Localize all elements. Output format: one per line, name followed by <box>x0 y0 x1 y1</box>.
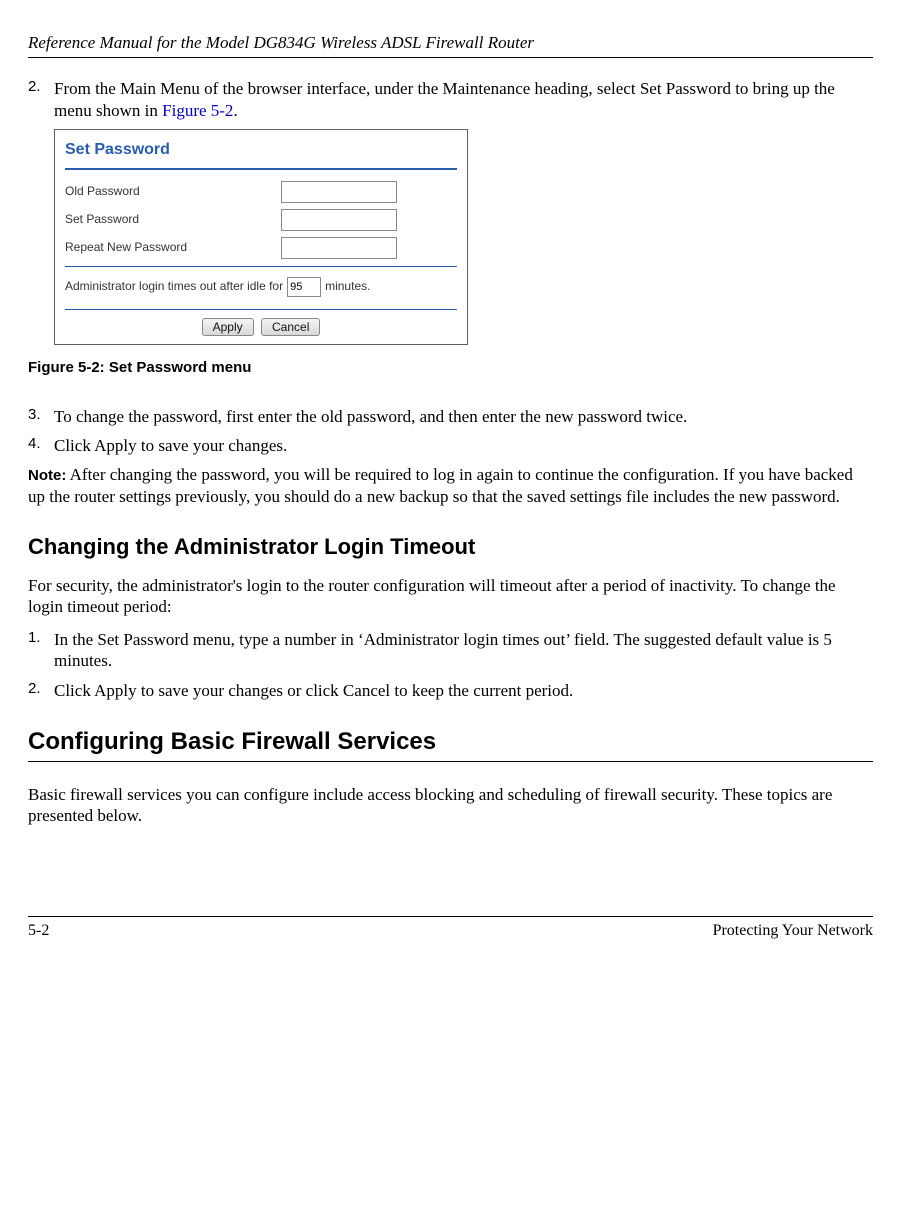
panel-separator <box>65 168 457 170</box>
button-row: Apply Cancel <box>55 314 467 344</box>
timeout-input[interactable] <box>287 277 321 297</box>
header-rule <box>28 57 873 58</box>
old-password-row: Old Password <box>55 178 467 206</box>
repeat-password-input[interactable] <box>281 237 397 259</box>
page-header-title: Reference Manual for the Model DG834G Wi… <box>28 32 873 53</box>
step-number: 1. <box>28 629 54 672</box>
step-text: Click Apply to save your changes. <box>54 435 873 456</box>
step-text: To change the password, first enter the … <box>54 406 873 427</box>
panel-title: Set Password <box>55 130 467 168</box>
step-text: From the Main Menu of the browser interf… <box>54 78 873 121</box>
set-password-row: Set Password <box>55 206 467 234</box>
step-number: 3. <box>28 406 54 427</box>
step-text: In the Set Password menu, type a number … <box>54 629 873 672</box>
page-footer: 5-2 Protecting Your Network <box>28 916 873 941</box>
timeout-text-before: Administrator login times out after idle… <box>65 279 283 294</box>
cancel-button[interactable]: Cancel <box>261 318 320 336</box>
repeat-password-row: Repeat New Password <box>55 234 467 262</box>
timeout-text-after: minutes. <box>325 279 370 294</box>
step-3: 3. To change the password, first enter t… <box>28 406 873 427</box>
timeout-heading: Changing the Administrator Login Timeout <box>28 533 873 561</box>
firewall-heading: Configuring Basic Firewall Services <box>28 727 873 762</box>
note-text: After changing the password, you will be… <box>28 465 853 506</box>
timeout-row: Administrator login times out after idle… <box>55 271 467 305</box>
apply-button[interactable]: Apply <box>202 318 254 336</box>
panel-separator-3 <box>65 309 457 310</box>
timeout-intro: For security, the administrator's login … <box>28 575 873 618</box>
page-number: 5-2 <box>28 921 49 941</box>
note-label: Note: <box>28 467 66 484</box>
set-password-label: Set Password <box>65 212 281 227</box>
figure-link[interactable]: Figure 5-2 <box>162 101 233 120</box>
old-password-input[interactable] <box>281 181 397 203</box>
old-password-label: Old Password <box>65 184 281 199</box>
firewall-para: Basic firewall services you can configur… <box>28 784 873 827</box>
step-number: 2. <box>28 680 54 701</box>
note-paragraph: Note: After changing the password, you w… <box>28 464 873 507</box>
chapter-title: Protecting Your Network <box>713 921 873 941</box>
set-password-screenshot: Set Password Old Password Set Password R… <box>54 129 468 345</box>
figure-caption: Figure 5-2: Set Password menu <box>28 359 873 378</box>
repeat-password-label: Repeat New Password <box>65 240 281 255</box>
step-4: 4. Click Apply to save your changes. <box>28 435 873 456</box>
timeout-step-1: 1. In the Set Password menu, type a numb… <box>28 629 873 672</box>
step2-text-after: . <box>233 101 237 120</box>
footer-rule <box>28 916 873 917</box>
step-2: 2. From the Main Menu of the browser int… <box>28 78 873 121</box>
set-password-input[interactable] <box>281 209 397 231</box>
panel-separator-2 <box>65 266 457 267</box>
step-text: Click Apply to save your changes or clic… <box>54 680 873 701</box>
step-number: 2. <box>28 78 54 121</box>
timeout-step-2: 2. Click Apply to save your changes or c… <box>28 680 873 701</box>
step-number: 4. <box>28 435 54 456</box>
